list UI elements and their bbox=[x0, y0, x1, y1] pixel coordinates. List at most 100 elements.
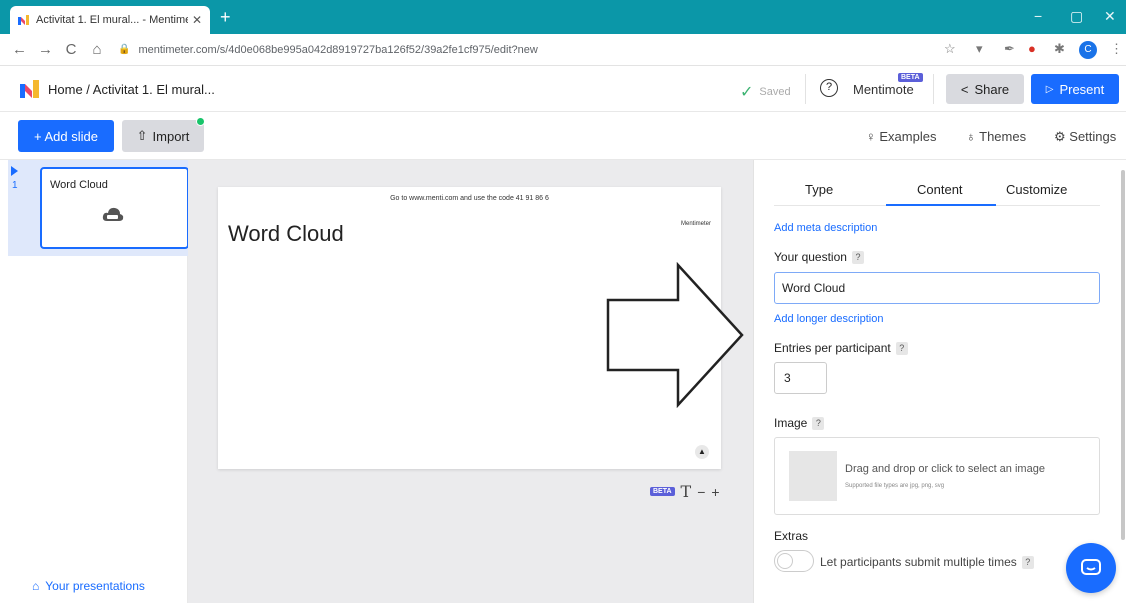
tab-type[interactable]: Type bbox=[805, 182, 833, 197]
saved-status: ✓ Saved bbox=[740, 82, 791, 102]
saved-label: Saved bbox=[759, 86, 791, 98]
image-label: Image ? bbox=[774, 416, 825, 430]
mentimeter-favicon-icon bbox=[18, 15, 29, 25]
chat-icon bbox=[1081, 559, 1101, 575]
slide-list-item[interactable]: 1 Word Cloud bbox=[8, 160, 189, 256]
slide-brand-logo: Mentimeter bbox=[680, 221, 711, 227]
themes-label: Themes bbox=[979, 129, 1027, 144]
tab-content[interactable]: Content bbox=[917, 182, 963, 197]
extras-help-icon[interactable]: ? bbox=[1021, 555, 1034, 569]
back-button[interactable]: ← bbox=[12, 41, 27, 58]
your-presentations-link[interactable]: ⌂ Your presentations bbox=[32, 579, 145, 593]
settings-link[interactable]: ⚙ Settings bbox=[1054, 129, 1116, 145]
help-icon[interactable]: ? bbox=[820, 79, 838, 97]
question-input[interactable]: Word Cloud bbox=[774, 272, 1100, 304]
header-divider bbox=[805, 74, 806, 104]
text-size-icon[interactable]: T bbox=[681, 482, 692, 501]
editor-toolbar: + Add slide ⇧ Import ♀ Examples ♁ Themes… bbox=[0, 112, 1126, 160]
extensions-puzzle-icon[interactable]: ✱ bbox=[1054, 41, 1065, 57]
tab-customize[interactable]: Customize bbox=[1006, 182, 1067, 197]
browser-tab[interactable]: Activitat 1. El mural... - Mentime... ✕ bbox=[10, 6, 210, 34]
address-bar: ← → C ⌂ 🔒 mentimeter.com/s/4d0e068be995a… bbox=[0, 34, 1126, 66]
your-question-text: Your question bbox=[774, 250, 847, 264]
present-button[interactable]: ▷ Present bbox=[1031, 74, 1119, 104]
bookmark-star-icon[interactable]: ☆ bbox=[944, 41, 956, 57]
close-window-button[interactable]: ✕ bbox=[1104, 8, 1116, 25]
home-button[interactable]: ⌂ bbox=[90, 41, 104, 58]
extension-red-icon[interactable]: ● bbox=[1028, 41, 1036, 56]
zoom-tools: BETA T − + bbox=[650, 482, 720, 501]
forward-button[interactable]: → bbox=[38, 41, 53, 58]
mentimote-link[interactable]: Mentimote bbox=[853, 82, 914, 97]
slide-settings-panel: Type Content Customize Add meta descript… bbox=[753, 160, 1126, 603]
word-cloud-icon bbox=[102, 207, 124, 221]
add-slide-button[interactable]: + Add slide bbox=[18, 120, 114, 152]
examples-link[interactable]: ♀ Examples bbox=[866, 129, 936, 144]
mentimote-beta-badge: BETA bbox=[898, 73, 923, 82]
play-icon: ▷ bbox=[1045, 83, 1054, 95]
minimize-window-button[interactable]: − bbox=[1034, 8, 1042, 24]
new-tab-button[interactable]: + bbox=[220, 8, 231, 26]
entries-label: Entries per participant ? bbox=[774, 341, 908, 355]
extras-label: Extras bbox=[774, 529, 808, 543]
checkmark-icon: ✓ bbox=[740, 84, 754, 101]
entries-label-text: Entries per participant bbox=[774, 341, 891, 355]
breadcrumb[interactable]: Home / Activitat 1. El mural... bbox=[48, 82, 215, 97]
your-presentations-label: Your presentations bbox=[45, 579, 145, 593]
dropzone-text: Drag and drop or click to select an imag… bbox=[845, 463, 1045, 475]
question-input-value: Word Cloud bbox=[782, 281, 846, 295]
panel-scrollbar[interactable] bbox=[1121, 170, 1125, 540]
current-slide-marker-icon bbox=[11, 166, 18, 176]
your-question-label: Your question ? bbox=[774, 250, 864, 264]
participant-icon: ▲ bbox=[695, 445, 709, 459]
themes-link[interactable]: ♁ Themes bbox=[966, 129, 1026, 144]
dropzone-subtext: Supported file types are jpg, png, svg bbox=[845, 483, 945, 489]
multiple-submissions-label: Let participants submit multiple times ? bbox=[820, 555, 1034, 569]
image-dropzone[interactable]: Drag and drop or click to select an imag… bbox=[774, 437, 1100, 515]
entries-value: 3 bbox=[784, 371, 791, 385]
url-text: mentimeter.com/s/4d0e068be995a042d891972… bbox=[138, 43, 538, 56]
text-size-beta-badge: BETA bbox=[650, 487, 675, 496]
add-meta-description-link[interactable]: Add meta description bbox=[774, 222, 877, 234]
increase-text-button[interactable]: + bbox=[711, 484, 719, 500]
annotation-arrow-icon bbox=[606, 262, 744, 408]
extension-pen-icon[interactable]: ✒ bbox=[1004, 41, 1015, 57]
url-field[interactable]: 🔒 mentimeter.com/s/4d0e068be995a042d8919… bbox=[118, 44, 538, 56]
decrease-text-button[interactable]: − bbox=[697, 484, 705, 500]
maximize-window-button[interactable]: ▢ bbox=[1070, 8, 1083, 25]
slide-title[interactable]: Word Cloud bbox=[228, 221, 344, 247]
chat-support-button[interactable] bbox=[1066, 543, 1116, 593]
import-label: Import bbox=[152, 128, 190, 144]
extension-shield-icon[interactable]: ▾ bbox=[976, 41, 983, 57]
slide-thumbnail[interactable]: Word Cloud bbox=[40, 167, 189, 249]
app-header: Home / Activitat 1. El mural... ✓ Saved … bbox=[0, 66, 1126, 112]
browser-tabstrip: Activitat 1. El mural... - Mentime... ✕ … bbox=[0, 0, 1126, 34]
browser-menu-icon[interactable]: ⋮ bbox=[1110, 41, 1123, 57]
import-button[interactable]: ⇧ Import bbox=[122, 120, 204, 152]
toggle-knob bbox=[777, 553, 793, 569]
palette-icon: ♁ bbox=[966, 129, 976, 144]
entries-help-icon[interactable]: ? bbox=[895, 341, 908, 355]
multiple-submissions-text: Let participants submit multiple times bbox=[820, 555, 1017, 569]
browser-tab-title: Activitat 1. El mural... - Mentime... bbox=[36, 14, 188, 26]
add-longer-description-link[interactable]: Add longer description bbox=[774, 313, 883, 325]
entries-per-participant-input[interactable]: 3 bbox=[774, 362, 827, 394]
home-icon: ⌂ bbox=[32, 579, 40, 593]
slide-thumbnail-title: Word Cloud bbox=[50, 179, 108, 191]
share-button[interactable]: < Share bbox=[946, 74, 1024, 104]
share-icon: < bbox=[960, 81, 969, 97]
reload-button[interactable]: C bbox=[64, 41, 78, 58]
image-label-text: Image bbox=[774, 416, 808, 430]
gear-icon: ⚙ bbox=[1054, 129, 1066, 144]
slide-number: 1 bbox=[12, 180, 18, 191]
tab-close-icon[interactable]: ✕ bbox=[192, 13, 202, 27]
multiple-submissions-toggle[interactable] bbox=[774, 550, 814, 572]
image-help-icon[interactable]: ? bbox=[812, 416, 825, 430]
notification-dot bbox=[196, 117, 205, 126]
mentimeter-logo-icon[interactable] bbox=[20, 80, 40, 98]
profile-avatar[interactable]: C bbox=[1079, 41, 1097, 59]
slide-list: 1 Word Cloud ⌂ Your presentations bbox=[0, 160, 189, 603]
share-label: Share bbox=[974, 81, 1010, 97]
question-help-icon[interactable]: ? bbox=[851, 250, 864, 264]
extras-label-text: Extras bbox=[774, 529, 809, 543]
